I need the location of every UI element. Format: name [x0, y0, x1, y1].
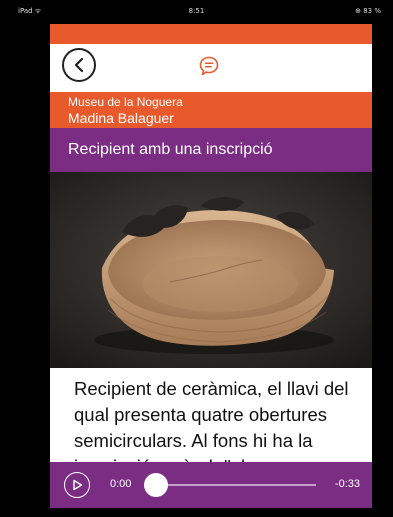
- museum-header: Museu de la Noguera Madina Balaguer: [50, 92, 372, 128]
- play-icon: [73, 479, 83, 491]
- item-title-bar: Recipient amb una inscripció: [50, 128, 372, 172]
- comments-button[interactable]: [196, 53, 222, 79]
- museum-subtitle: Madina Balaguer: [68, 110, 174, 126]
- app-screen: Museu de la Noguera Madina Balaguer Reci…: [50, 24, 372, 508]
- battery-indicator: ⊕ 83 %: [355, 7, 381, 15]
- progress-slider-knob[interactable]: [144, 473, 168, 497]
- remaining-time: -0:33: [334, 478, 360, 490]
- item-description: Recipient de ceràmica, el llavi del qual…: [74, 378, 349, 464]
- nav-bar: [50, 44, 372, 93]
- current-time: 0:00: [110, 478, 132, 490]
- item-title: Recipient amb una inscripció: [68, 141, 273, 158]
- chat-bubble-icon: [199, 56, 219, 76]
- museum-name: Museu de la Noguera: [68, 95, 183, 109]
- progress-track[interactable]: [146, 484, 316, 486]
- audio-player: 0:00 -0:33: [50, 462, 372, 508]
- artifact-photo: [50, 172, 372, 368]
- back-button[interactable]: [62, 48, 96, 82]
- status-bar: iPad ᯤ 8:51 ⊕ 83 %: [0, 0, 393, 24]
- chevron-left-icon: [74, 57, 84, 73]
- play-button[interactable]: [64, 472, 90, 498]
- description-panel[interactable]: Recipient de ceràmica, el llavi del qual…: [50, 368, 372, 464]
- ceramic-vessel-image: [50, 172, 372, 368]
- clock: 8:51: [188, 7, 205, 15]
- top-accent-bar: [50, 24, 372, 44]
